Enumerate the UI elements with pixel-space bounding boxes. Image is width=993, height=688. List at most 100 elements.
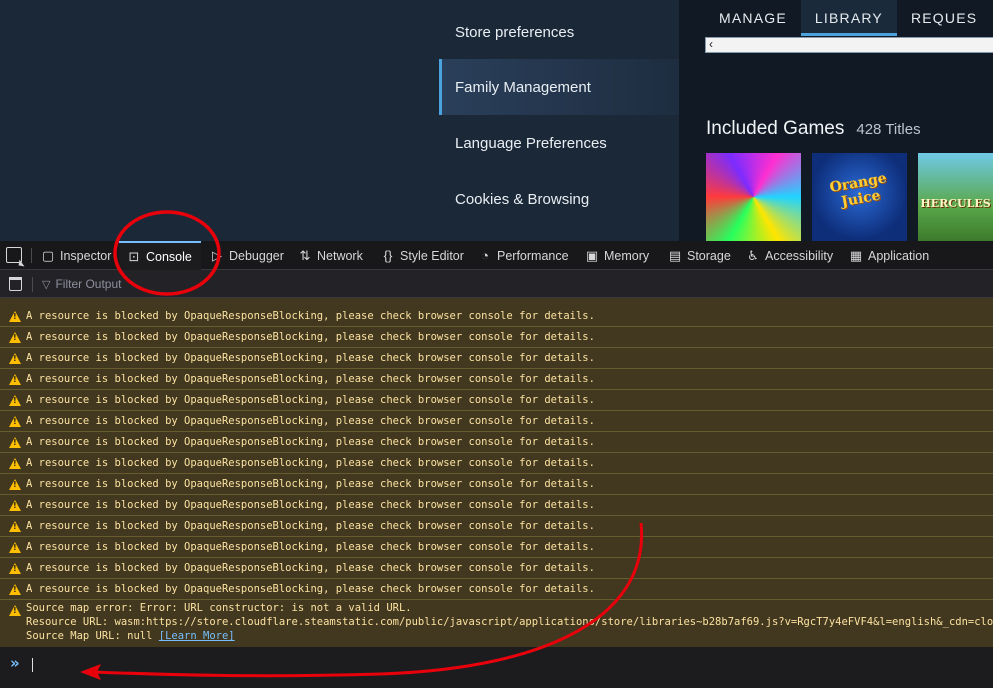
steam-left-panel xyxy=(0,0,439,241)
tab-performance[interactable]: ◔ Performance xyxy=(478,241,569,270)
tab-storage[interactable]: ▤ Storage xyxy=(668,241,731,270)
preferences-nav: Store preferences Family Management Lang… xyxy=(439,0,679,241)
network-icon: ⇅ xyxy=(299,247,311,263)
console-warning-row[interactable]: A resource is blocked by OpaqueResponseB… xyxy=(0,390,993,411)
source-map-error-line: Source map error: Error: URL constructor… xyxy=(26,602,412,614)
family-library-panel: MANAGE LIBRARY REQUES ‹ Included Games 4… xyxy=(679,0,993,241)
style-editor-icon: {} xyxy=(383,248,393,263)
element-picker-icon[interactable] xyxy=(6,247,22,263)
game-logo-text: Orange Juice xyxy=(828,170,888,211)
console-icon: ⊡ xyxy=(128,248,140,264)
devtools-panel: ▢ Inspector ⊡ Console ▷ Debugger ⇅ Netwo… xyxy=(0,241,993,688)
console-warning-row[interactable]: A resource is blocked by OpaqueResponseB… xyxy=(0,306,993,327)
tab-manage[interactable]: MANAGE xyxy=(705,0,801,36)
warning-icon xyxy=(9,310,21,322)
warning-icon xyxy=(9,457,21,469)
tab-memory[interactable]: ▣ Memory xyxy=(585,241,649,270)
warning-icon xyxy=(9,541,21,553)
warning-icon xyxy=(9,562,21,574)
tab-network[interactable]: ⇅ Network xyxy=(298,241,363,270)
warning-icon xyxy=(9,499,21,511)
warning-text: A resource is blocked by OpaqueResponseB… xyxy=(26,562,595,574)
tab-debugger[interactable]: ▷ Debugger xyxy=(210,241,284,270)
warning-text: A resource is blocked by OpaqueResponseB… xyxy=(26,499,595,511)
orange-juice-game-thumbnail[interactable]: Orange Juice xyxy=(812,153,907,241)
prompt-chevron-icon: » xyxy=(10,654,20,672)
tab-label: Storage xyxy=(687,248,731,263)
tab-label: Accessibility xyxy=(765,248,834,263)
filter-placeholder: Filter Output xyxy=(55,277,122,291)
tab-style-editor[interactable]: {} Style Editor xyxy=(381,241,464,270)
console-warning-row[interactable]: A resource is blocked by OpaqueResponseB… xyxy=(0,579,993,600)
nav-item-label: Family Management xyxy=(455,78,591,96)
nav-item-family-management[interactable]: Family Management xyxy=(439,59,679,115)
tab-label: Network xyxy=(317,248,363,263)
warning-text: A resource is blocked by OpaqueResponseB… xyxy=(26,583,595,595)
source-map-url-line: Source Map URL: null [Learn More] xyxy=(26,630,235,644)
warning-text: A resource is blocked by OpaqueResponseB… xyxy=(26,310,595,322)
text-caret xyxy=(32,658,33,672)
tab-label: Debugger xyxy=(229,248,284,263)
warning-icon xyxy=(9,331,21,343)
tab-label: Application xyxy=(868,248,930,263)
warning-text: A resource is blocked by OpaqueResponseB… xyxy=(26,352,595,364)
warning-icon xyxy=(9,352,21,364)
warning-icon xyxy=(9,436,21,448)
console-warning-row[interactable]: A resource is blocked by OpaqueResponseB… xyxy=(0,348,993,369)
console-warning-row[interactable]: A resource is blocked by OpaqueResponseB… xyxy=(0,369,993,390)
tab-inspector[interactable]: ▢ Inspector xyxy=(41,241,112,270)
warning-icon xyxy=(9,373,21,385)
warning-icon xyxy=(9,583,21,595)
trash-icon[interactable] xyxy=(9,277,22,291)
steam-page: Store preferences Family Management Lang… xyxy=(0,0,993,241)
warning-text: A resource is blocked by OpaqueResponseB… xyxy=(26,457,595,469)
devtools-toolbar: ▢ Inspector ⊡ Console ▷ Debugger ⇅ Netwo… xyxy=(0,241,993,270)
tab-label: Style Editor xyxy=(400,248,464,263)
included-games-count: 428 Titles xyxy=(856,121,921,138)
tab-console[interactable]: ⊡ Console xyxy=(119,241,201,270)
console-filter-bar: ▽ Filter Output xyxy=(0,270,993,298)
nav-item-language-preferences[interactable]: Language Preferences xyxy=(439,115,679,171)
included-games-header: Included Games 428 Titles xyxy=(706,118,921,140)
tab-accessibility[interactable]: ♿ Accessibility xyxy=(746,241,833,270)
console-warning-row[interactable]: A resource is blocked by OpaqueResponseB… xyxy=(0,495,993,516)
chevron-left-icon[interactable]: ‹ xyxy=(709,37,713,51)
hercules-game-thumbnail[interactable]: HERCULES xyxy=(918,153,993,241)
console-warning-row[interactable]: A resource is blocked by OpaqueResponseB… xyxy=(0,432,993,453)
warning-text: A resource is blocked by OpaqueResponseB… xyxy=(26,478,595,490)
warning-text: A resource is blocked by OpaqueResponseB… xyxy=(26,541,595,553)
toolbar-divider xyxy=(32,277,33,292)
console-warning-row[interactable]: A resource is blocked by OpaqueResponseB… xyxy=(0,327,993,348)
application-icon: ▦ xyxy=(849,247,863,263)
debugger-icon: ▷ xyxy=(212,247,222,263)
colorful-game-thumbnail[interactable] xyxy=(706,153,801,241)
warning-text: A resource is blocked by OpaqueResponseB… xyxy=(26,331,595,343)
filter-output-input[interactable]: ▽ Filter Output xyxy=(42,273,442,295)
game-logo-text: HERCULES xyxy=(920,197,991,210)
nav-item-store-preferences[interactable]: Store preferences xyxy=(439,4,679,60)
tab-requests[interactable]: REQUES xyxy=(897,0,991,36)
learn-more-link[interactable]: [Learn More] xyxy=(159,630,235,642)
warning-icon xyxy=(9,605,21,616)
library-scrollbar[interactable]: ‹ xyxy=(705,37,993,53)
console-warning-row[interactable]: A resource is blocked by OpaqueResponseB… xyxy=(0,558,993,579)
accessibility-icon: ♿ xyxy=(747,247,759,263)
toolbar-divider xyxy=(31,248,32,263)
source-map-error-message[interactable]: Source map error: Error: URL constructor… xyxy=(0,600,993,647)
tab-label: Memory xyxy=(604,248,650,263)
console-input[interactable]: » xyxy=(0,647,993,688)
console-warning-row[interactable]: A resource is blocked by OpaqueResponseB… xyxy=(0,474,993,495)
source-map-url-text: Source Map URL: null xyxy=(26,630,159,642)
tab-library[interactable]: LIBRARY xyxy=(800,0,897,36)
console-warning-row[interactable]: A resource is blocked by OpaqueResponseB… xyxy=(0,453,993,474)
warning-text: A resource is blocked by OpaqueResponseB… xyxy=(26,373,595,385)
console-warning-row[interactable]: A resource is blocked by OpaqueResponseB… xyxy=(0,537,993,558)
nav-item-cookies-browsing[interactable]: Cookies & Browsing xyxy=(439,171,679,227)
console-warning-row[interactable]: A resource is blocked by OpaqueResponseB… xyxy=(0,411,993,432)
console-warning-row[interactable]: A resource is blocked by OpaqueResponseB… xyxy=(0,516,993,537)
tab-application[interactable]: ▦ Application xyxy=(849,241,929,270)
warning-icon xyxy=(9,394,21,406)
tab-label: Inspector xyxy=(60,248,112,263)
inspector-icon: ▢ xyxy=(41,247,55,263)
performance-icon: ◔ xyxy=(481,248,489,263)
